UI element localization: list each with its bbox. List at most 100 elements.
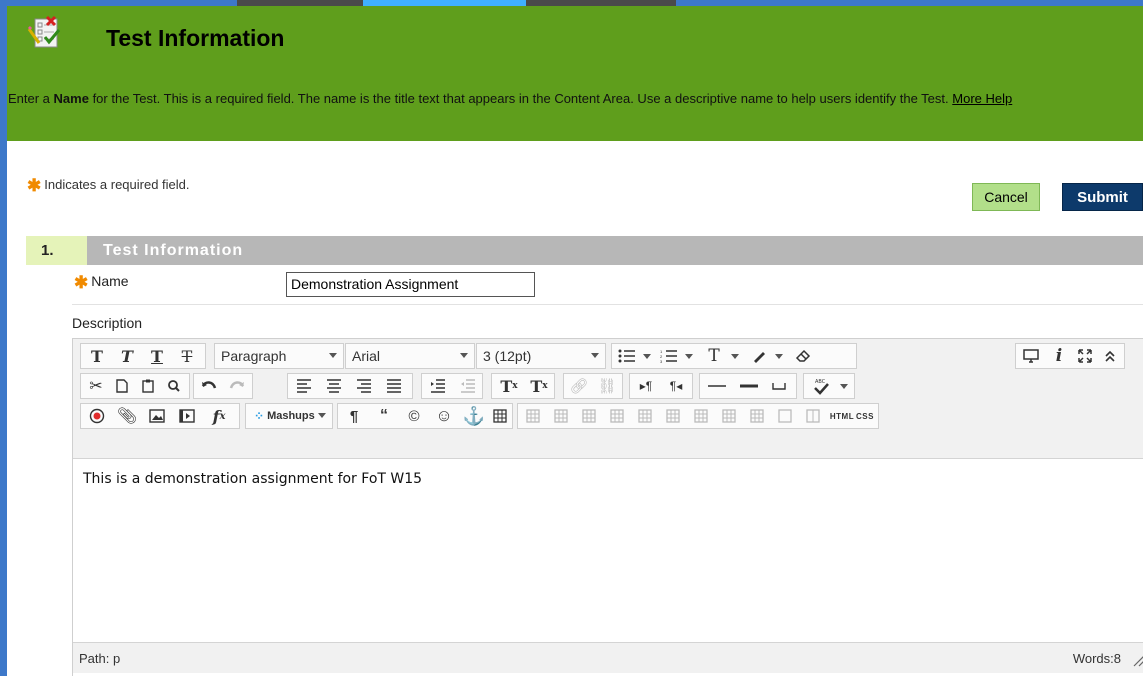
css-button[interactable]: CSS: [854, 404, 876, 428]
italic-button[interactable]: T: [113, 344, 141, 368]
chevron-down-icon: [329, 353, 337, 358]
redo-icon[interactable]: [224, 374, 250, 398]
copy-icon[interactable]: [109, 374, 135, 398]
font-size-text: 3 (12pt): [483, 348, 532, 364]
toolbar-row-1: T T T T Paragraph Arial 3 (12pt) 123 T i: [73, 339, 1143, 369]
resize-grip-icon[interactable]: [1131, 653, 1143, 667]
numbered-list-button[interactable]: 123: [656, 344, 682, 368]
math-equation-icon[interactable]: fx: [203, 404, 235, 428]
name-input[interactable]: Demonstration Assignment: [286, 272, 535, 297]
insert-row-after-icon[interactable]: [632, 404, 658, 428]
align-center-icon[interactable]: [320, 374, 348, 398]
align-justify-icon[interactable]: [380, 374, 408, 398]
chevron-down-icon: [460, 353, 468, 358]
merge-cells-icon[interactable]: [800, 404, 826, 428]
anchor-icon[interactable]: ⚓: [460, 404, 488, 428]
mashups-select[interactable]: ⁘ Mashups: [245, 403, 333, 429]
insert-table-icon[interactable]: [488, 404, 512, 428]
record-icon[interactable]: [83, 404, 111, 428]
special-character-icon[interactable]: ©: [400, 404, 428, 428]
toolbar-row-3: 📎︎ fx ⁘ Mashups ¶ “ © ☺ ⚓ HTML CSS: [73, 399, 1143, 429]
insert-col-after-icon[interactable]: [716, 404, 742, 428]
bold-button[interactable]: T: [83, 344, 111, 368]
font-size-select[interactable]: 3 (12pt): [476, 343, 606, 369]
spellcheck-icon[interactable]: ABC: [806, 374, 836, 398]
strikethrough-button[interactable]: T: [173, 344, 201, 368]
delete-row-icon[interactable]: [660, 404, 686, 428]
help-text-bold: Name: [53, 91, 89, 106]
rtl-icon[interactable]: ¶◂: [662, 374, 690, 398]
insert-col-before-icon[interactable]: [688, 404, 714, 428]
underline-button[interactable]: T: [143, 344, 171, 368]
blockquote-icon[interactable]: “: [370, 404, 398, 428]
text-color-dropdown[interactable]: [728, 344, 742, 368]
font-size-value: 3 (12pt): [477, 344, 605, 368]
word-count: Words:8: [1072, 651, 1121, 666]
page-frame: Test Information Enter a Name for the Te…: [7, 6, 1143, 676]
svg-text:3: 3: [660, 359, 663, 363]
table-props-icon[interactable]: [520, 404, 546, 428]
superscript-icon[interactable]: Tx: [494, 374, 524, 398]
link-icon[interactable]: 🔗︎: [566, 374, 592, 398]
highlight-button[interactable]: [746, 344, 772, 368]
clipboard-group: ✂: [80, 373, 190, 399]
numbered-list-dropdown[interactable]: [682, 344, 696, 368]
format-block-select[interactable]: Paragraph: [214, 343, 344, 369]
row-props-icon[interactable]: [548, 404, 574, 428]
insert-row-before-icon[interactable]: [604, 404, 630, 428]
editor-toolbars: T T T T Paragraph Arial 3 (12pt) 123 T i…: [73, 339, 1143, 459]
submit-button[interactable]: Submit: [1062, 183, 1143, 211]
highlight-dropdown[interactable]: [772, 344, 786, 368]
collapse-toolbar-icon[interactable]: [1098, 344, 1122, 368]
more-help-link[interactable]: More Help: [952, 91, 1012, 106]
find-icon[interactable]: [161, 374, 187, 398]
info-icon[interactable]: i: [1046, 344, 1072, 368]
delete-col-icon[interactable]: [744, 404, 770, 428]
bullet-list-dropdown[interactable]: [640, 344, 654, 368]
insert-media-icon[interactable]: [173, 404, 201, 428]
format-block-value: Paragraph: [215, 344, 343, 368]
emoticon-icon[interactable]: ☺: [430, 404, 458, 428]
indent-icon[interactable]: [424, 374, 452, 398]
align-left-icon[interactable]: [290, 374, 318, 398]
preview-icon[interactable]: [1018, 344, 1044, 368]
header-banner: Test Information Enter a Name for the Te…: [7, 6, 1143, 141]
paste-icon[interactable]: [135, 374, 161, 398]
font-family-select[interactable]: Arial: [345, 343, 475, 369]
font-family-text: Arial: [352, 348, 381, 364]
eraser-icon[interactable]: [790, 344, 816, 368]
html-source-button[interactable]: HTML: [830, 404, 854, 428]
required-star-icon: ✱: [27, 176, 42, 195]
spellcheck-group: ABC: [803, 373, 855, 399]
link-group: 🔗︎ ⛓︎: [563, 373, 623, 399]
insert-image-icon[interactable]: [143, 404, 171, 428]
section-header: Test Information: [87, 236, 1143, 265]
undo-icon[interactable]: [196, 374, 222, 398]
outdent-icon[interactable]: [454, 374, 482, 398]
direction-group: ▸¶ ¶◂: [629, 373, 693, 399]
cancel-button[interactable]: Cancel: [972, 183, 1040, 211]
mashups-value: ⁘ Mashups: [246, 404, 332, 428]
ltr-icon[interactable]: ▸¶: [632, 374, 660, 398]
required-note-text: Indicates a required field.: [44, 177, 190, 192]
horizontal-rule-icon[interactable]: [702, 374, 732, 398]
nonbreaking-space-icon[interactable]: [764, 374, 794, 398]
subscript-icon[interactable]: Tx: [524, 374, 554, 398]
fullscreen-icon[interactable]: [1072, 344, 1098, 368]
editor-content-area[interactable]: This is a demonstration assignment for F…: [73, 459, 1143, 639]
paragraph-mark-icon[interactable]: ¶: [340, 404, 368, 428]
mashups-icon: ⁘: [254, 409, 265, 423]
cut-icon[interactable]: ✂: [83, 374, 109, 398]
thick-rule-icon[interactable]: [734, 374, 764, 398]
svg-text:ABC: ABC: [815, 379, 826, 385]
help-text-pre: Enter a: [8, 91, 54, 106]
cell-props-icon[interactable]: [576, 404, 602, 428]
bullet-list-button[interactable]: [614, 344, 640, 368]
unlink-icon[interactable]: ⛓︎: [594, 374, 620, 398]
align-right-icon[interactable]: [350, 374, 378, 398]
text-color-button[interactable]: T: [700, 344, 728, 368]
split-cells-icon[interactable]: [772, 404, 798, 428]
spellcheck-dropdown[interactable]: [836, 374, 852, 398]
divider: [72, 304, 1143, 305]
attach-file-icon[interactable]: 📎︎: [113, 404, 141, 428]
